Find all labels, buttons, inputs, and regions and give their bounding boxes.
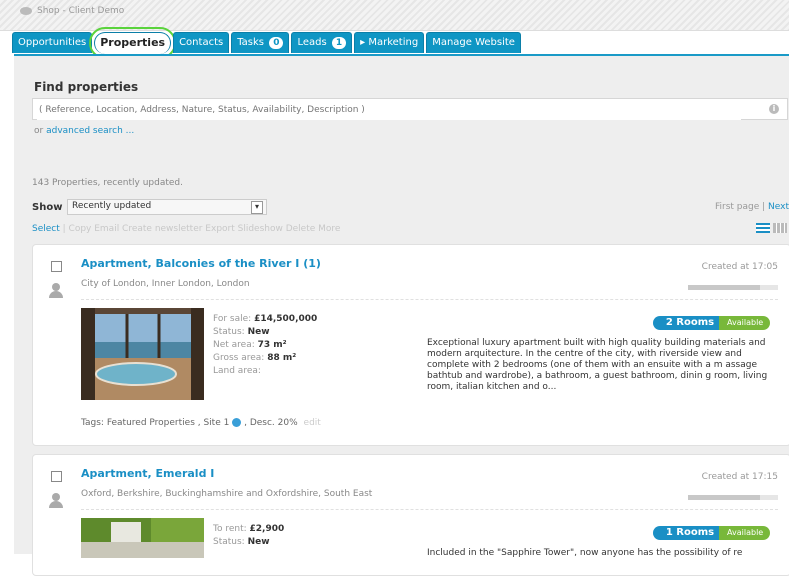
availability-badge: Available [719,316,771,330]
property-photo[interactable] [81,308,204,400]
leads-count-badge: 1 [331,37,347,49]
search-input[interactable] [37,100,741,120]
tab-tasks[interactable]: Tasks 0 [231,32,290,53]
tasks-count-badge: 0 [269,37,284,49]
sort-select-value: Recently updated [72,201,152,211]
property-card: Apartment, Emerald I Oxford, Berkshire, … [32,454,789,576]
property-title-link[interactable]: Apartment, Emerald I [81,467,214,480]
property-photo[interactable] [81,518,204,558]
search-box: i [32,98,788,120]
user-icon [48,493,64,509]
sort-select[interactable]: Recently updated ▾ [67,199,267,215]
completeness-bar [688,495,778,500]
property-facts: To rent: £2,900 Status: New [213,524,285,547]
advanced-search-line: or advanced search ... [34,126,135,136]
price: £2,900 [249,524,285,534]
globe-icon [232,418,242,427]
property-description: Exceptional luxury apartment built with … [427,338,768,392]
logo-icon [20,6,32,15]
info-icon[interactable]: i [769,104,779,114]
select-checkbox[interactable] [51,471,62,482]
app-brand: Shop - Client Demo [20,6,124,16]
price: £14,500,000 [254,314,318,324]
land-area-label: Land area: [213,366,261,376]
property-location: City of London, Inner London, London [81,279,250,289]
tab-marketing[interactable]: ▸ Marketing [354,32,425,53]
created-time: Created at 17:15 [701,472,778,482]
view-toggle [756,223,787,233]
select-checkbox[interactable] [51,261,62,272]
property-tags: Tags: Featured Properties , Site 1 , Des… [81,418,321,428]
main-tabs: Opportunities Properties Contacts Tasks … [12,27,521,59]
property-card: Apartment, Balconies of the River I (1) … [32,244,789,446]
property-facts: For sale: £14,500,000 Status: New Net ar… [213,314,318,376]
select-link[interactable]: Select [32,224,60,234]
next-page-link[interactable]: Next [768,202,789,212]
top-bar: Shop - Client Demo [0,0,789,31]
app-title: Shop - Client Demo [37,6,125,16]
tab-leads[interactable]: Leads 1 [291,32,353,53]
bulk-actions: Select | Copy Email Create newsletter Ex… [32,224,340,234]
chevron-down-icon[interactable]: ▾ [251,201,263,214]
show-label: Show [32,202,63,213]
tab-properties[interactable]: Properties [89,27,177,59]
list-view-icon[interactable] [756,223,770,233]
availability-badge: Available [719,526,771,540]
user-icon [48,283,64,299]
tab-manage-website[interactable]: Manage Website [426,32,521,53]
rooms-badge: 1 Rooms [653,526,727,540]
bulk-actions-disabled: | Copy Email Create newsletter Export Sl… [62,224,341,234]
property-description: Included in the "Sapphire Tower", now an… [427,548,743,558]
rooms-badge: 2 Rooms [653,316,727,330]
net-area: 73 m² [257,340,287,350]
tab-contacts[interactable]: Contacts [173,32,230,53]
edit-tags-link[interactable]: edit [304,418,321,428]
created-time: Created at 17:05 [701,262,778,272]
property-location: Oxford, Berkshire, Buckinghamshire and O… [81,489,373,499]
completeness-bar [688,285,778,290]
property-title-link[interactable]: Apartment, Balconies of the River I (1) [81,257,321,270]
tab-opportunities[interactable]: Opportunities [12,32,93,53]
status: New [247,327,270,337]
gross-area: 88 m² [267,353,297,363]
status: New [247,537,270,547]
grid-view-icon[interactable] [773,223,787,233]
advanced-search-link[interactable]: advanced search ... [46,126,134,136]
pagination: First page | Next [715,202,789,212]
results-count: 143 Properties, recently updated. [32,178,183,188]
find-properties-title: Find properties [34,80,139,94]
first-page-label: First page | [714,202,766,212]
properties-panel: Find properties i or advanced search ...… [14,54,789,576]
